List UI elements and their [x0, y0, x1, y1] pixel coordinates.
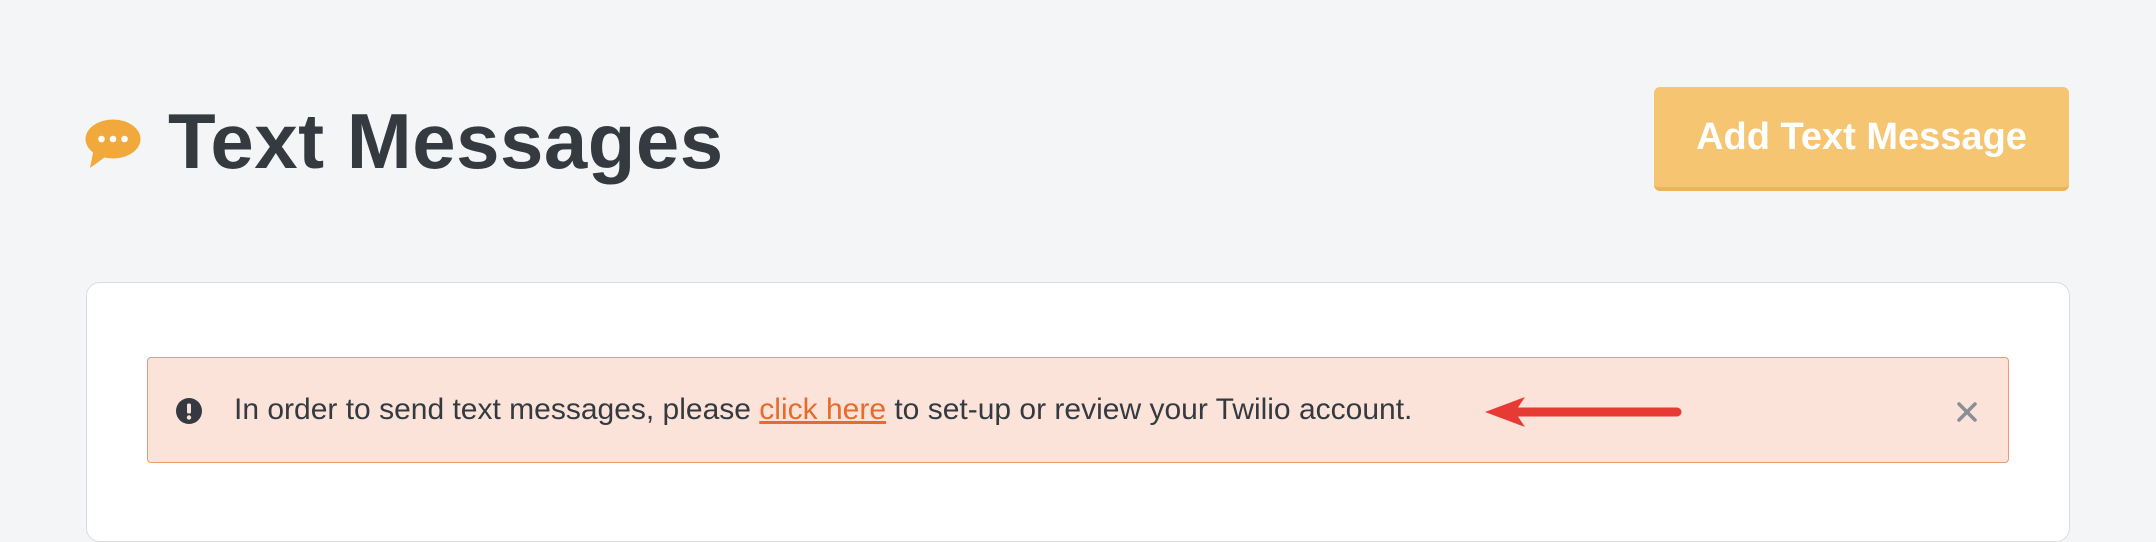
content-card: In order to send text messages, please c… — [86, 282, 2070, 542]
close-icon[interactable] — [1953, 398, 1981, 426]
alert-text-after: to set-up or review your Twilio account. — [886, 393, 1413, 426]
page-title: Text Messages — [168, 97, 724, 185]
twilio-setup-link[interactable]: click here — [759, 393, 886, 426]
alert-text-before: In order to send text messages, please — [234, 393, 760, 426]
speech-bubble-dots-icon — [85, 119, 141, 168]
add-text-message-button[interactable]: Add Text Message — [1654, 87, 2069, 191]
red-arrow-icon — [1485, 397, 1682, 427]
page-header: Text Messages Add Text Message — [0, 0, 2156, 240]
twilio-setup-alert: In order to send text messages, please c… — [147, 357, 2009, 463]
exclamation-circle-icon — [176, 398, 202, 424]
alert-message: In order to send text messages, please c… — [234, 390, 1412, 430]
